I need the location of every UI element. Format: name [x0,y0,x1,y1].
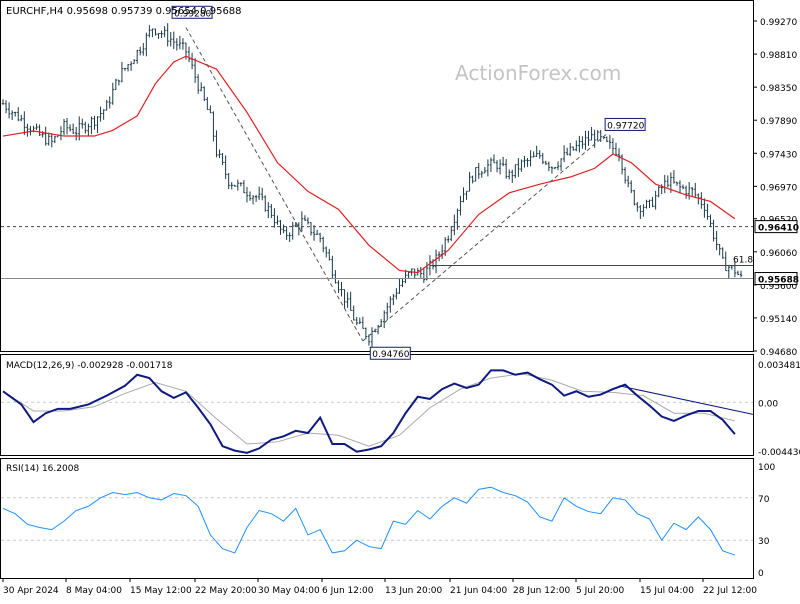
price-y-tick-label: 0.98810 [760,51,797,61]
price-y-tick-label: 0.97430 [760,150,797,160]
time-tick-label: 13 Jun 20:00 [385,586,442,596]
rsi-y-tick-label: 100 [758,463,775,473]
watermark: ActionForex.com [455,61,621,85]
resistance-level-label: 0.96410 [758,224,799,234]
time-tick-label: 30 May 04:00 [258,586,320,596]
chart-background [0,0,800,600]
time-tick-label: 22 Jul 12:00 [703,586,757,596]
time-tick-label: 8 May 04:00 [66,586,122,596]
time-tick-label: 15 Jul 04:00 [640,586,694,596]
price-y-tick-label: 0.95140 [760,315,797,325]
chart-root: 0.99270 0.98810 0.98350 0.97890 0.97430 0.969… [0,0,800,600]
time-tick-label: 21 Jun 04:00 [450,586,507,596]
price-y-tick-label: 0.96060 [760,249,797,259]
price-y-tick-label: 0.97890 [760,117,797,127]
time-tick-label: 28 Jun 12:00 [513,586,570,596]
time-tick-label: 5 Jul 20:00 [576,586,625,596]
macd-title: MACD(12,26,9) -0.002928 -0.001718 [6,361,173,371]
rsi-y-tick-label: 70 [758,495,770,505]
macd-y-tick-label: 0.003481 [758,361,800,371]
price-y-tick-label: 0.96970 [760,183,797,193]
chart-svg: 0.99270 0.98810 0.98350 0.97890 0.97430 0.969… [0,0,800,600]
swing-low-label: 0.94760 [372,350,409,360]
swing-high-2-label: 0.97720 [607,121,644,131]
time-tick-label: 6 Jun 12:00 [322,586,374,596]
current-price-label: 0.95688 [758,276,799,286]
time-tick-label: 30 Apr 2024 [3,586,59,596]
time-tick-label: 22 May 20:00 [195,586,257,596]
price-y-tick-label: 0.94680 [760,348,797,358]
price-y-tick-label: 0.98350 [760,84,797,94]
rsi-y-tick-label: 0 [758,569,764,579]
macd-y-tick-label: 0.00 [758,399,778,409]
rsi-y-tick-label: 30 [758,537,770,547]
rsi-title: RSI(14) 16.2008 [6,464,79,474]
price-y-tick-label: 0.99270 [760,18,797,28]
fib-level-label: 61.8 [733,255,753,265]
macd-y-tick-label: -0.004436 [758,448,800,458]
symbol-info: EURCHF,H4 0.95698 0.95739 0.95654 0.9568… [6,6,242,17]
time-tick-label: 15 May 12:00 [130,586,192,596]
